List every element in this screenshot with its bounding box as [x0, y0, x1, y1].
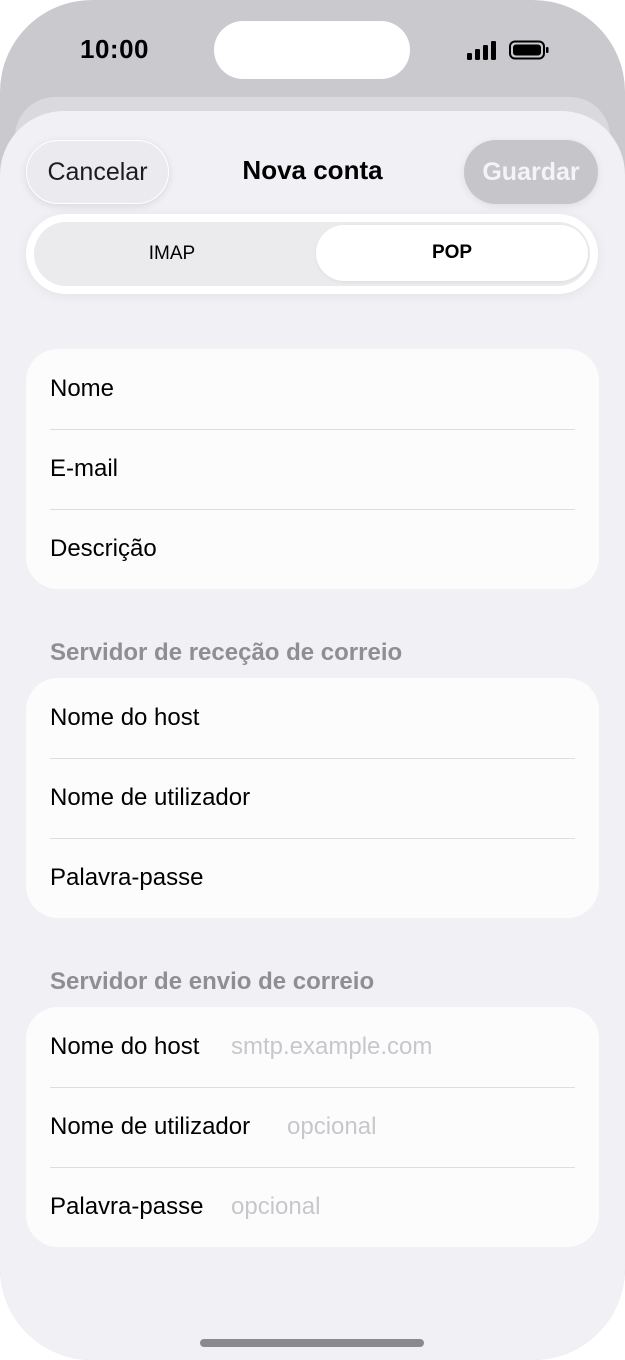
- incoming-host-row[interactable]: Nome do host: [26, 678, 599, 758]
- incoming-username-label: Nome de utilizador: [50, 784, 251, 811]
- cancel-button[interactable]: Cancelar: [26, 140, 169, 204]
- outgoing-host-row[interactable]: Nome do host: [26, 1007, 599, 1087]
- outgoing-password-row[interactable]: Palavra-passe: [26, 1167, 599, 1247]
- incoming-password-row[interactable]: Palavra-passe: [26, 838, 599, 918]
- battery-icon: [509, 40, 549, 60]
- name-row[interactable]: Nome: [26, 349, 599, 429]
- save-button[interactable]: Guardar: [464, 140, 598, 204]
- cellular-signal-icon: [467, 41, 496, 60]
- dynamic-island: [214, 21, 410, 79]
- outgoing-username-label: Nome de utilizador: [50, 1113, 251, 1140]
- segment-pop[interactable]: POP: [316, 225, 588, 281]
- outgoing-host-input[interactable]: [231, 1007, 561, 1087]
- outgoing-password-label: Palavra-passe: [50, 1193, 204, 1220]
- segment-imap[interactable]: IMAP: [34, 222, 310, 286]
- outgoing-server-header: Servidor de envio de correio: [50, 968, 375, 995]
- home-indicator[interactable]: [200, 1339, 424, 1347]
- email-label: E-mail: [50, 455, 119, 482]
- outgoing-username-input[interactable]: [287, 1087, 567, 1167]
- description-label: Descrição: [50, 535, 157, 562]
- phone-frame: 10:00 Cancelar Nova conta Guardar IMAP P…: [0, 0, 625, 1360]
- incoming-server-header: Servidor de receção de correio: [50, 639, 403, 666]
- outgoing-host-label: Nome do host: [50, 1033, 200, 1060]
- incoming-password-label: Palavra-passe: [50, 864, 204, 891]
- outgoing-server-group: Nome do host Nome de utilizador Palavra-…: [26, 1007, 599, 1247]
- status-time: 10:00: [80, 34, 149, 64]
- protocol-segmented-control: IMAP POP: [26, 214, 598, 294]
- email-row[interactable]: E-mail: [26, 429, 599, 509]
- segment-track: IMAP POP: [34, 222, 590, 286]
- status-bar: 10:00: [0, 0, 625, 100]
- outgoing-password-input[interactable]: [231, 1167, 561, 1247]
- incoming-host-label: Nome do host: [50, 704, 200, 731]
- incoming-server-group: Nome do host Nome de utilizador Palavra-…: [26, 678, 599, 918]
- incoming-username-row[interactable]: Nome de utilizador: [26, 758, 599, 838]
- account-info-group: Nome E-mail Descrição: [26, 349, 599, 589]
- sheet-title: Nova conta: [242, 155, 383, 185]
- name-label: Nome: [50, 375, 115, 402]
- outgoing-username-row[interactable]: Nome de utilizador: [26, 1087, 599, 1167]
- description-row[interactable]: Descrição: [26, 509, 599, 589]
